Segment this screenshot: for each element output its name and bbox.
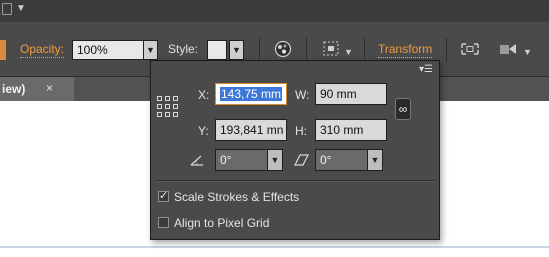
y-label: Y: (198, 124, 209, 138)
opacity-input[interactable]: 100% (72, 40, 144, 60)
reference-point-icon[interactable] (157, 96, 179, 118)
chevron-down-icon[interactable]: ▼ (344, 47, 353, 57)
close-icon[interactable]: × (46, 81, 53, 95)
recolor-icon[interactable] (274, 40, 292, 58)
shear-dropdown-button[interactable]: ▼ (367, 149, 383, 171)
document-tab-label: iew) (2, 82, 26, 96)
rotate-combo[interactable]: 0° ▼ (215, 149, 283, 171)
transform-panel: ▾☰ X: 143,75 mm W: 90 mm ∞ Y: 193,841 mn… (150, 60, 440, 240)
opacity-label[interactable]: Opacity: (20, 42, 65, 58)
opacity-dropdown-button[interactable]: ▼ (143, 40, 158, 60)
rotate-dropdown-button[interactable]: ▼ (267, 149, 283, 171)
panel-menu-icon[interactable]: ▾☰ (419, 64, 433, 75)
style-label: Style: (168, 42, 199, 56)
x-input[interactable]: 143,75 mm (215, 83, 287, 105)
transform-each-icon[interactable] (460, 40, 480, 58)
shear-icon (294, 154, 309, 166)
separator (446, 38, 447, 62)
align-pixel-option[interactable]: Align to Pixel Grid (158, 216, 269, 230)
style-swatch[interactable] (207, 40, 227, 60)
panel-divider (155, 180, 435, 182)
y-input[interactable]: 193,841 mn (215, 119, 287, 141)
application-bar: ▼ (0, 0, 549, 23)
chevron-down-icon[interactable]: ▼ (523, 47, 532, 57)
document-tab[interactable]: iew) × (0, 77, 74, 101)
separator (364, 38, 365, 62)
w-label: W: (295, 88, 310, 102)
transform-link[interactable]: Transform (378, 42, 433, 58)
align-selection-icon[interactable] (322, 40, 342, 58)
scale-strokes-option[interactable]: ✓ Scale Strokes & Effects (158, 190, 299, 204)
rotate-value[interactable]: 0° (215, 149, 268, 171)
separator (306, 38, 307, 62)
h-label: H: (295, 124, 307, 138)
shear-combo[interactable]: 0° ▼ (315, 149, 383, 171)
width-input[interactable]: 90 mm (315, 83, 387, 105)
style-dropdown-button[interactable]: ▼ (229, 40, 244, 60)
align-pixel-label: Align to Pixel Grid (174, 216, 270, 230)
link-icon[interactable]: ∞ (395, 98, 411, 120)
align-pixel-checkbox[interactable] (158, 217, 169, 229)
chevron-down-icon[interactable]: ▼ (16, 3, 26, 14)
isolate-icon[interactable] (498, 40, 520, 58)
canvas-guide-line (0, 246, 549, 248)
color-edge (0, 40, 6, 60)
shear-value[interactable]: 0° (315, 149, 368, 171)
rotate-icon (190, 155, 203, 166)
separator (259, 38, 260, 62)
x-value: 143,75 mm (220, 87, 283, 101)
height-input[interactable]: 310 mm (315, 119, 387, 141)
scale-strokes-label: Scale Strokes & Effects (174, 190, 300, 204)
document-icon[interactable] (2, 3, 12, 15)
x-label: X: (198, 88, 210, 102)
scale-strokes-checkbox[interactable]: ✓ (158, 191, 169, 203)
